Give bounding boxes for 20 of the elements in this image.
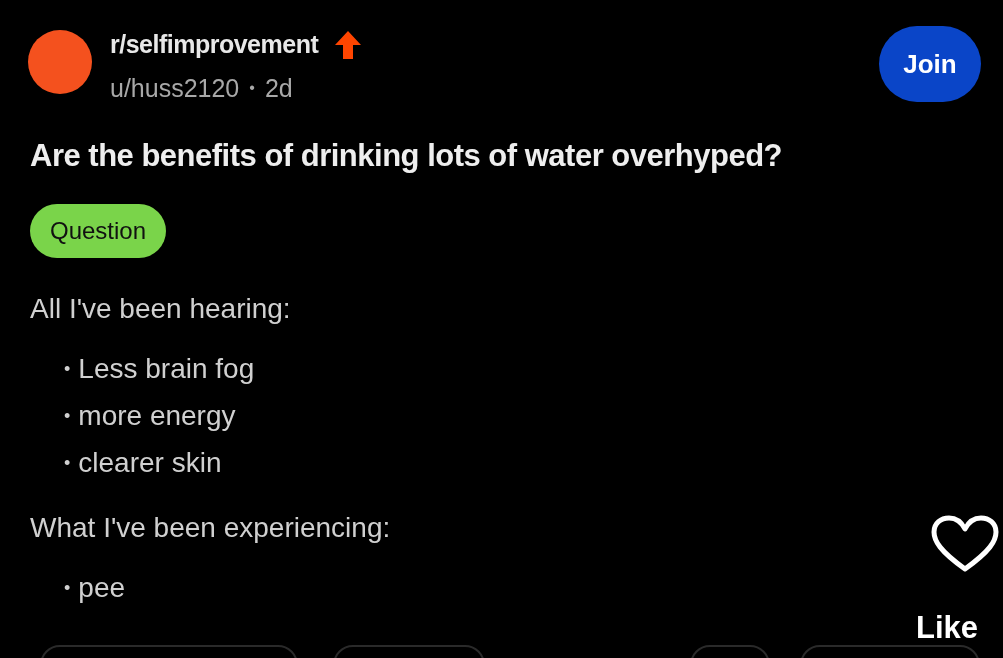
bullet-mark: • bbox=[64, 451, 71, 475]
list-item-text: more energy bbox=[78, 399, 236, 433]
bullet-mark: • bbox=[64, 357, 71, 381]
bullet-mark: • bbox=[64, 576, 71, 600]
list-item-text: Less brain fog bbox=[78, 352, 255, 386]
bullet-mark: • bbox=[64, 404, 71, 428]
body-paragraph: What I've been experiencing: bbox=[30, 510, 392, 545]
separator-dot: • bbox=[249, 78, 255, 99]
heart-icon[interactable] bbox=[930, 515, 1000, 573]
list-item-text: clearer skin bbox=[78, 446, 222, 480]
post-age: 2d bbox=[264, 72, 293, 104]
author-name[interactable]: u/huss2120 bbox=[110, 69, 240, 107]
subreddit-name[interactable]: r/selfimprovement bbox=[110, 26, 319, 64]
body-paragraph: All I've been hearing: bbox=[30, 291, 292, 326]
join-button[interactable]: Join bbox=[879, 26, 981, 102]
upvote-arrow-icon bbox=[334, 29, 363, 60]
like-label: Like bbox=[916, 609, 979, 647]
post-title: Are the benefits of drinking lots of water overhyped? bbox=[30, 137, 784, 175]
list-item-text: pee bbox=[78, 571, 126, 605]
flair-tag[interactable]: Question bbox=[30, 203, 167, 258]
